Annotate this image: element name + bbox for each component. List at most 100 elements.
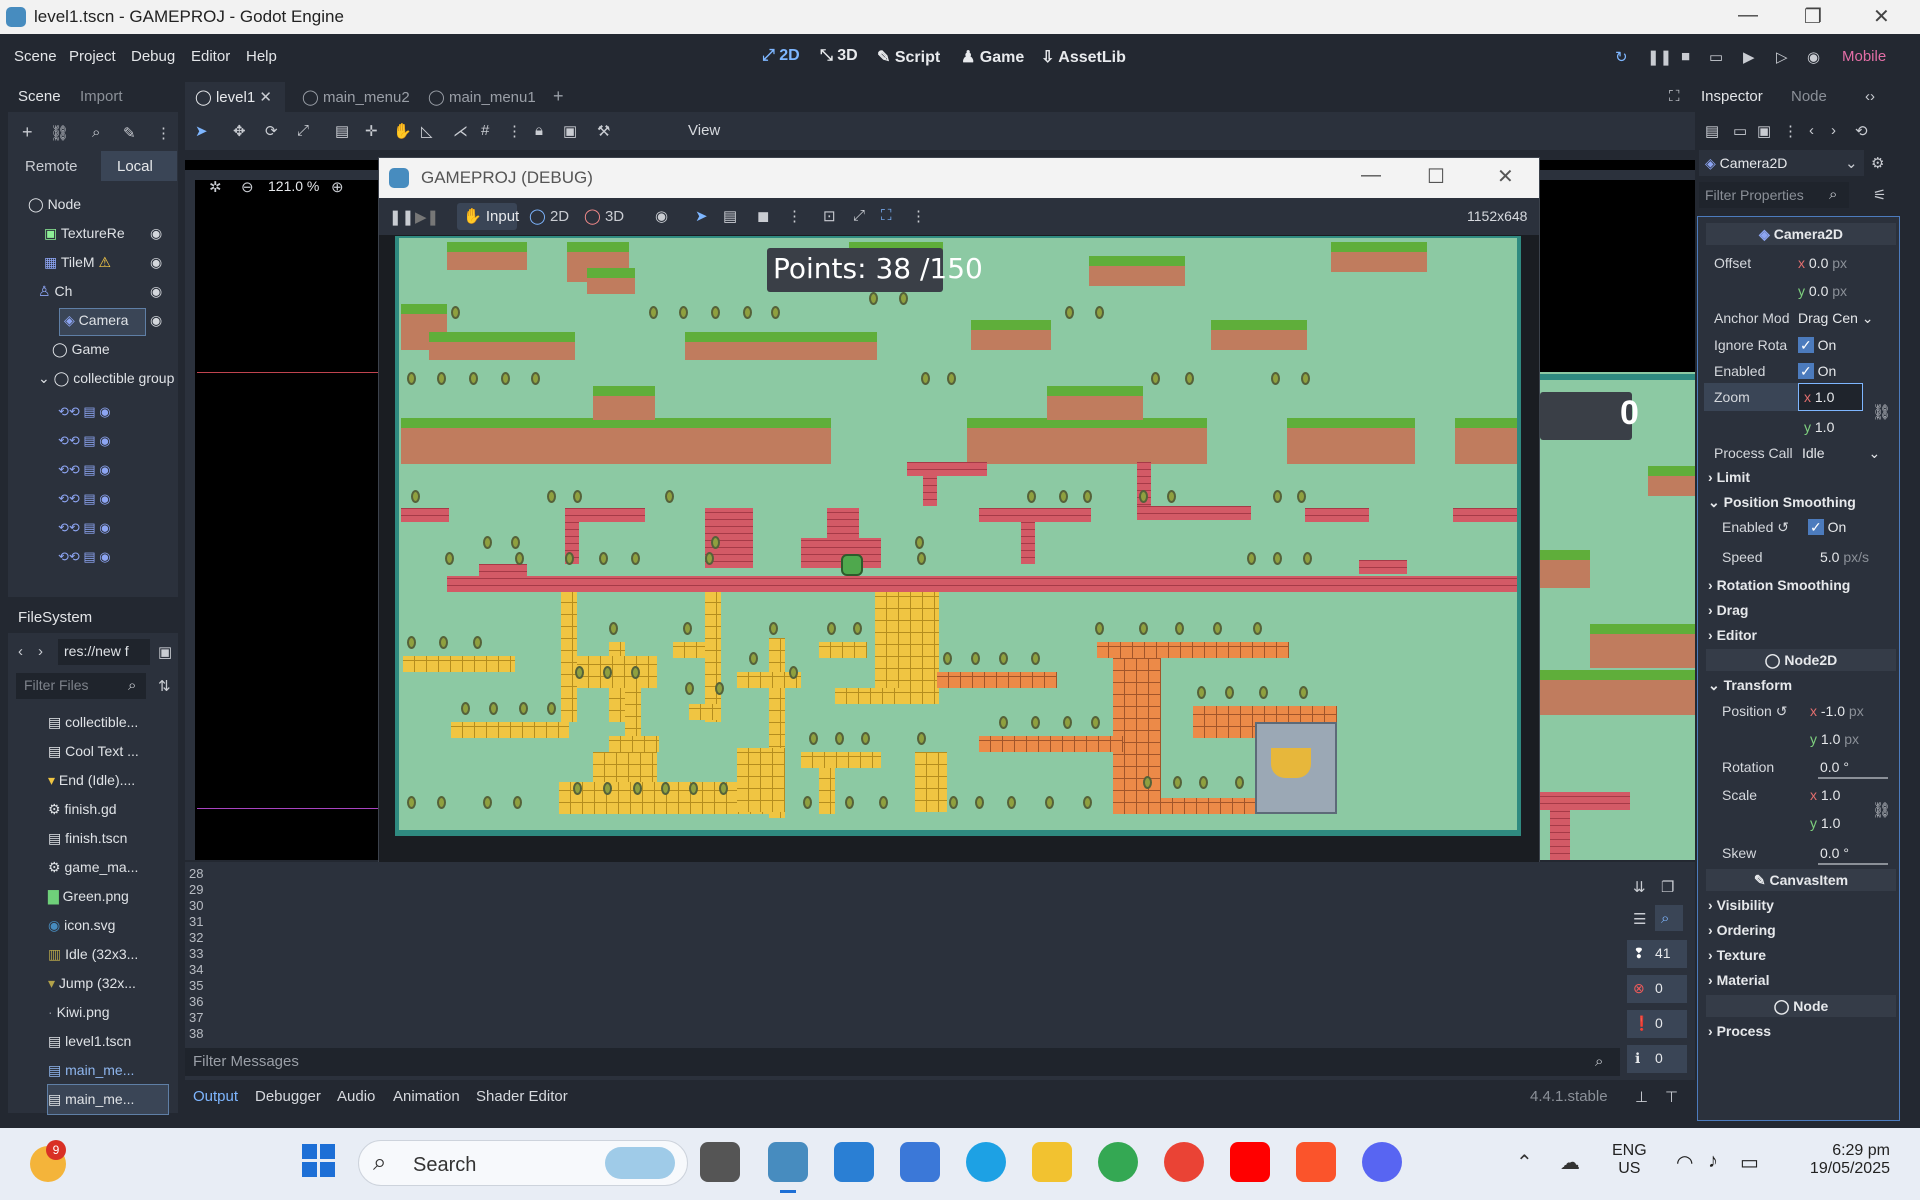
offset-y-field[interactable]: y 0.0 px [1798, 283, 1847, 299]
movie-maker-icon[interactable]: ◉ [1807, 48, 1820, 66]
tab-inspector[interactable]: Inspector [1701, 88, 1763, 105]
maximize-button[interactable]: ❐ [1804, 4, 1822, 29]
copy-icon[interactable]: ❐ [1661, 878, 1674, 896]
offset-x-field[interactable]: x 0.0 px [1798, 255, 1847, 271]
search-box[interactable]: ⌕ Search [358, 1140, 688, 1186]
sort-icon[interactable]: ⇅ [158, 677, 171, 695]
search-icon[interactable]: ⌕ [92, 124, 100, 141]
notepad-icon[interactable] [900, 1142, 940, 1182]
pivot-icon[interactable]: ✛ [365, 122, 378, 140]
section-rotation-smoothing[interactable]: › Rotation Smoothing [1708, 577, 1850, 593]
rotation-field[interactable]: 0.0 ° [1820, 759, 1849, 775]
collectible-item[interactable]: ⟲⟲ ▤ ◉ [58, 455, 168, 484]
tab-level1[interactable]: ◯ level1 ✕ [195, 88, 272, 106]
tab-node[interactable]: Node [1791, 88, 1827, 105]
move-tool-icon[interactable]: ✥ [233, 122, 246, 140]
visibility-eye-icon[interactable]: ◉ [150, 225, 162, 242]
file-item[interactable]: ▤ Cool Text ... [48, 737, 168, 766]
smart-snap-icon[interactable]: ⋌ [453, 122, 468, 140]
visibility-eye-icon[interactable]: ◉ [150, 254, 162, 271]
rotate-tool-icon[interactable]: ⟳ [265, 122, 278, 140]
file-item[interactable]: ⚙ finish.gd [48, 795, 168, 824]
pin-icon[interactable]: ⊥ [1635, 1088, 1648, 1106]
warnings-filter[interactable]: ❗ 0 [1627, 1010, 1687, 1038]
workspace-game[interactable]: ♟ Game [961, 47, 1024, 67]
tab-main-menu1[interactable]: ◯ main_menu1 [428, 88, 536, 106]
file-item[interactable]: ▇ Green.png [48, 882, 168, 911]
link-icon[interactable]: ⛓ [1872, 801, 1891, 819]
2d-mode-button[interactable]: ◯ 2D [529, 207, 569, 225]
language-indicator[interactable]: ENG US [1612, 1142, 1647, 1178]
expand-panel-icon[interactable]: ⊤ [1665, 1088, 1678, 1106]
more-icon[interactable]: ⋮ [787, 207, 802, 225]
file-item[interactable]: ◉ icon.svg [48, 911, 168, 940]
expand-icon[interactable]: ⤢ [853, 207, 865, 224]
close-button[interactable]: ✕ [1873, 4, 1890, 29]
node-type-select[interactable]: ◈ Camera2D ⌄ [1699, 150, 1864, 176]
collectible-item[interactable]: ⟲⟲ ▤ ◉ [58, 513, 168, 542]
section-material[interactable]: › Material [1708, 972, 1769, 988]
game-canvas[interactable]: Points: 38 /150 [399, 238, 1517, 830]
save-icon[interactable]: ▣ [1757, 122, 1771, 140]
task-view-icon[interactable] [700, 1142, 740, 1182]
link-icon[interactable]: ⛓ [50, 124, 69, 142]
tree-character[interactable]: ♙ Ch [38, 283, 72, 300]
file-item[interactable]: ▤ collectible... [48, 708, 168, 737]
select-tool-icon[interactable]: ➤ [195, 122, 208, 140]
menu-project[interactable]: Project [69, 48, 116, 65]
open-icon[interactable]: ▭ [1733, 122, 1747, 140]
object-properties-icon[interactable]: ⚙ [1871, 154, 1884, 172]
center-view-icon[interactable]: ✲ [209, 178, 222, 196]
tab-audio[interactable]: Audio [337, 1088, 375, 1105]
list-select-icon[interactable]: ▤ [335, 122, 349, 140]
volume-icon[interactable]: ♪ [1708, 1150, 1718, 1173]
screenshot-icon[interactable]: ⊡ [823, 207, 836, 225]
skew-field[interactable]: 0.0 ° [1820, 845, 1849, 861]
tree-node[interactable]: ◯ Node [28, 196, 81, 213]
snap-options-icon[interactable]: ⋮ [507, 122, 522, 140]
close-button[interactable]: ✕ [1497, 164, 1514, 189]
file-item[interactable]: ▤ level1.tscn [48, 1027, 168, 1056]
ignore-rotation-checkbox[interactable]: ✓ On [1798, 337, 1836, 354]
tab-import[interactable]: Import [80, 88, 123, 105]
group-icon[interactable]: ▣ [563, 122, 577, 140]
minimize-button[interactable]: — [1361, 164, 1381, 187]
pan-tool-icon[interactable]: ✋ [393, 122, 412, 140]
chrome-icon[interactable] [1098, 1142, 1138, 1182]
menu-scene[interactable]: Scene [14, 48, 57, 65]
file-item[interactable]: ▾ End (Idle).... [48, 766, 168, 795]
file-item[interactable]: ▤ main_me... [48, 1056, 168, 1085]
section-process[interactable]: › Process [1708, 1023, 1771, 1039]
tab-output[interactable]: Output [193, 1088, 238, 1105]
speed-field[interactable]: 5.0 px/s [1820, 549, 1869, 565]
zoom-out-icon[interactable]: ⊖ [241, 178, 254, 196]
position-x-field[interactable]: x -1.0 px [1810, 703, 1864, 719]
section-editor[interactable]: › Editor [1708, 627, 1757, 643]
more-icon[interactable]: ⋮ [156, 124, 171, 142]
view-menu[interactable]: View [688, 122, 720, 139]
tab-scene[interactable]: Scene [18, 88, 61, 105]
section-visibility[interactable]: › Visibility [1708, 897, 1774, 913]
workspace-assetlib[interactable]: ⇩ AssetLib [1041, 47, 1126, 67]
visibility-eye-icon[interactable]: ◉ [150, 283, 162, 300]
tray-chevron-icon[interactable]: ⌃ [1516, 1150, 1533, 1175]
restart-icon[interactable]: ↻ [1615, 48, 1628, 66]
play-scene-icon[interactable]: ▶ [1743, 48, 1755, 66]
back-icon[interactable]: ‹ [18, 643, 23, 660]
pause-icon[interactable]: ❚❚ [389, 208, 414, 226]
file-item[interactable]: ▤ main_me... [47, 1084, 169, 1115]
select-icon[interactable]: ➤ [695, 207, 708, 225]
section-transform[interactable]: ⌄ Transform [1708, 677, 1792, 694]
forward-icon[interactable]: › [38, 643, 43, 660]
next-frame-icon[interactable]: ▶❚ [415, 208, 439, 226]
input-mode-button[interactable]: ✋ Input [463, 207, 519, 225]
file-item[interactable]: ▤ finish.tscn [48, 824, 168, 853]
new-resource-icon[interactable]: ▤ [1705, 122, 1719, 140]
tree-texturerect[interactable]: ▣ TextureRe [44, 225, 125, 242]
grid-snap-icon[interactable]: # [481, 122, 489, 139]
godot-taskbar-icon[interactable] [768, 1142, 808, 1182]
lock-icon[interactable]: 🔒︎ [535, 122, 543, 139]
tab-main-menu2[interactable]: ◯ main_menu2 [302, 88, 410, 106]
filter-files-input[interactable]: Filter Files [16, 673, 146, 699]
fullscreen-icon[interactable]: ⛶ [881, 207, 892, 224]
